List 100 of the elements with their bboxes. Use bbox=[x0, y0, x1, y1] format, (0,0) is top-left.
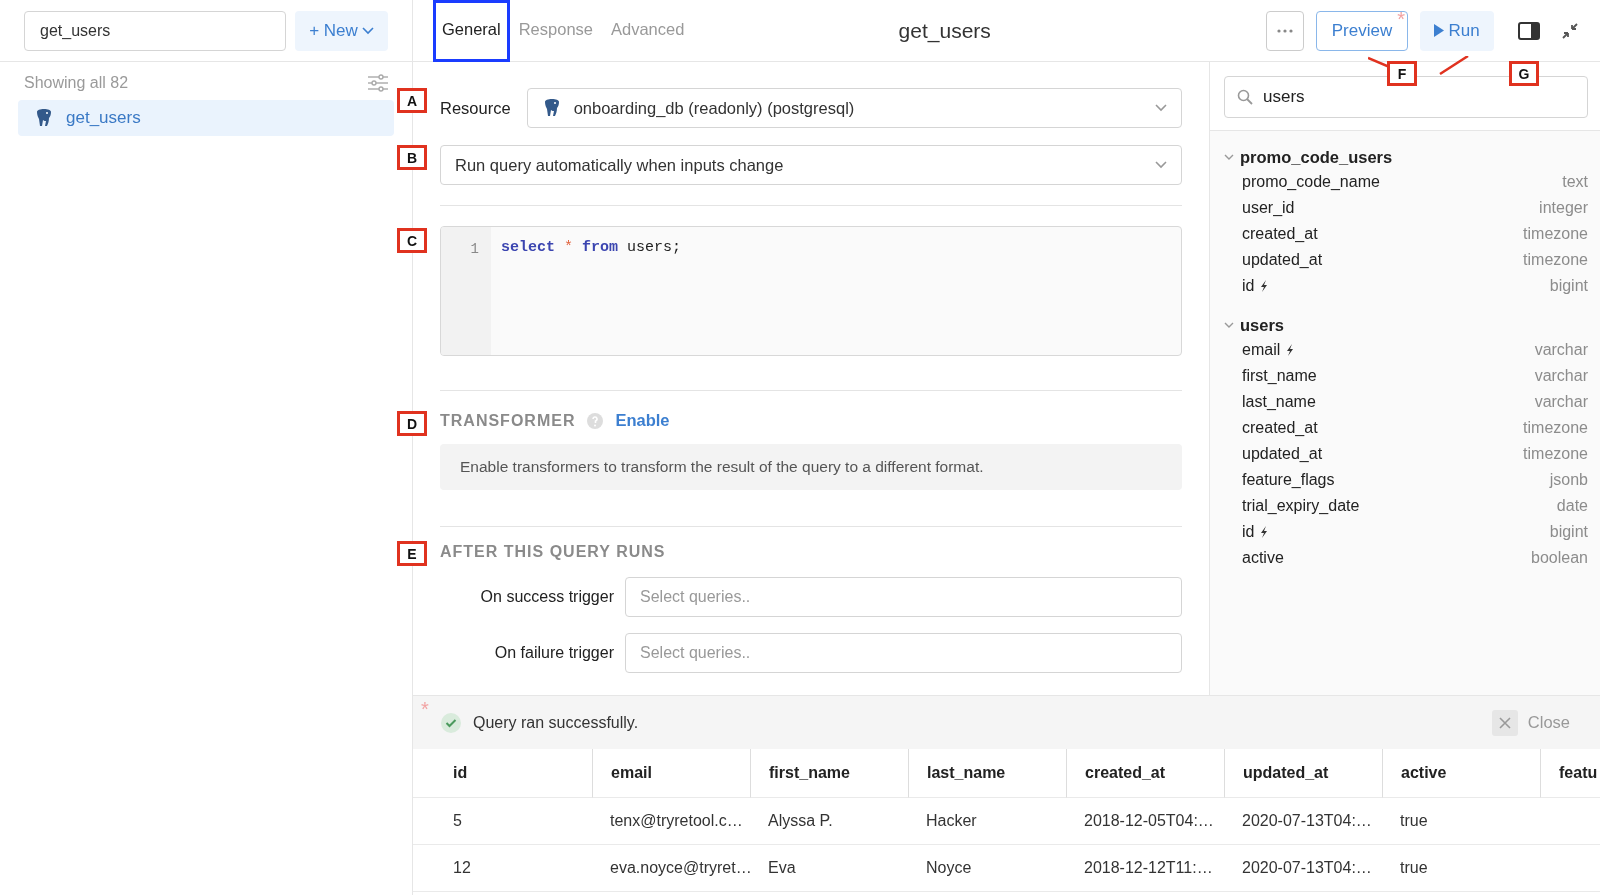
annotation-label: B bbox=[397, 145, 427, 170]
column-type: timezone bbox=[1523, 419, 1588, 437]
code-line: select * from users; bbox=[500, 238, 683, 258]
annotation-label: C bbox=[397, 228, 427, 253]
column-header[interactable]: created_at bbox=[1066, 749, 1224, 798]
table-cell: 5 bbox=[413, 798, 592, 845]
column-header[interactable]: email bbox=[592, 749, 750, 798]
column-header[interactable]: updated_at bbox=[1224, 749, 1382, 798]
column-name: feature_flags bbox=[1242, 471, 1335, 489]
trigger-label: On failure trigger bbox=[493, 644, 614, 662]
tab[interactable]: General bbox=[433, 0, 510, 62]
annotation-label: D bbox=[397, 411, 427, 436]
column-type: varchar bbox=[1534, 393, 1588, 411]
column-header[interactable]: last_name bbox=[908, 749, 1066, 798]
column-type: timezone bbox=[1523, 225, 1588, 243]
table-cell: tenx@tryretool.c… bbox=[592, 798, 750, 845]
code-editor[interactable]: 1 select * from users; bbox=[440, 226, 1182, 356]
section-title: AFTER THIS QUERY RUNS bbox=[440, 543, 666, 561]
trigger-field[interactable]: Select queries.. bbox=[625, 633, 1182, 673]
query-item[interactable]: get_users bbox=[18, 100, 394, 136]
annotation-label: A bbox=[397, 88, 427, 113]
new-button[interactable]: + New bbox=[295, 10, 388, 51]
schema-table[interactable]: users bbox=[1210, 313, 1600, 337]
chevron-icon bbox=[1224, 152, 1234, 162]
column-type: varchar bbox=[1534, 341, 1588, 359]
section-title: TRANSFORMER bbox=[440, 411, 576, 430]
table-cell: 2018-12-12T11:… bbox=[1066, 845, 1224, 892]
resource-select[interactable]: onboarding_db (readonly) (postgresql) bbox=[526, 88, 1182, 128]
more-button[interactable] bbox=[1266, 10, 1304, 51]
column-type: bigint bbox=[1549, 277, 1588, 295]
help-icon[interactable] bbox=[587, 412, 604, 429]
column-type: varchar bbox=[1534, 367, 1588, 385]
enable-link[interactable]: Enable bbox=[615, 411, 670, 430]
column-name: updated_at bbox=[1242, 445, 1323, 463]
filter-icon[interactable] bbox=[368, 74, 388, 92]
chevron-icon bbox=[1224, 320, 1234, 330]
annotation-label: G bbox=[1509, 61, 1539, 86]
table-cell: eva.noyce@tryret… bbox=[592, 845, 750, 892]
preview-button[interactable]: Preview * bbox=[1316, 10, 1408, 51]
play-icon bbox=[1434, 24, 1445, 37]
column-name: email bbox=[1242, 341, 1281, 359]
chevron-icon bbox=[1155, 161, 1167, 169]
check-icon bbox=[441, 712, 461, 733]
more-icon bbox=[1277, 28, 1293, 33]
run-mode-select[interactable]: Run query automatically when inputs change bbox=[440, 145, 1182, 185]
chevron-icon bbox=[1155, 104, 1167, 112]
key-icon bbox=[1260, 280, 1269, 292]
table-cell: Alyssa P. bbox=[750, 798, 908, 845]
column-name: active bbox=[1242, 549, 1284, 567]
search-icon bbox=[1237, 89, 1253, 105]
resource-label: Resource bbox=[440, 98, 511, 118]
schema-search-field[interactable]: users bbox=[1261, 86, 1575, 108]
column-header[interactable]: id bbox=[413, 749, 592, 798]
status-message: Query ran successfully. bbox=[473, 713, 640, 732]
close-icon bbox=[1498, 716, 1511, 729]
table-cell: 2020-07-13T04:… bbox=[1224, 845, 1382, 892]
column-name: promo_code_name bbox=[1242, 173, 1380, 191]
table-cell: 2018-12-05T04:… bbox=[1066, 798, 1224, 845]
query-title: get_users bbox=[897, 18, 992, 43]
column-type: jsonb bbox=[1549, 471, 1588, 489]
table-cell: true bbox=[1382, 845, 1540, 892]
column-type: bigint bbox=[1549, 523, 1588, 541]
collapse-icon[interactable] bbox=[1562, 22, 1578, 39]
column-header[interactable]: active bbox=[1382, 749, 1540, 798]
key-icon bbox=[1260, 526, 1269, 538]
column-name: created_at bbox=[1242, 225, 1318, 243]
trigger-label: On success trigger bbox=[479, 588, 614, 606]
trigger-field[interactable]: Select queries.. bbox=[625, 577, 1182, 617]
column-type: text bbox=[1562, 173, 1588, 191]
schema-table[interactable]: promo_code_users bbox=[1210, 145, 1600, 169]
query-count: Showing all 82 bbox=[24, 74, 129, 92]
side-panel-icon[interactable] bbox=[1518, 21, 1540, 40]
run-button[interactable]: Run bbox=[1420, 10, 1494, 51]
unsaved-mark: * bbox=[421, 698, 429, 721]
key-icon bbox=[1286, 344, 1295, 356]
column-name: last_name bbox=[1242, 393, 1316, 411]
column-name: first_name bbox=[1242, 367, 1317, 385]
table-cell: 2020-07-13T04:… bbox=[1224, 798, 1382, 845]
annotation-label: E bbox=[397, 541, 427, 566]
column-name: id bbox=[1242, 277, 1255, 295]
table-cell: Eva bbox=[750, 845, 908, 892]
table-cell: Noyce bbox=[908, 845, 1066, 892]
column-name: trial_expiry_date bbox=[1242, 497, 1360, 515]
column-header[interactable]: first_name bbox=[750, 749, 908, 798]
column-type: timezone bbox=[1523, 445, 1588, 463]
annotation-label: F bbox=[1387, 61, 1417, 86]
search-field[interactable]: get_users bbox=[24, 10, 287, 51]
column-type: date bbox=[1556, 497, 1588, 515]
column-type: integer bbox=[1539, 199, 1588, 217]
database-icon bbox=[34, 108, 54, 128]
column-name: user_id bbox=[1242, 199, 1295, 217]
column-type: timezone bbox=[1523, 251, 1588, 269]
column-header[interactable]: featu bbox=[1540, 749, 1600, 798]
unsaved-mark: * bbox=[1397, 7, 1405, 31]
table-cell: 12 bbox=[413, 845, 592, 892]
line-number: 1 bbox=[470, 241, 479, 257]
transformer-note: Enable transformers to transform the result of the query to a different format. bbox=[440, 444, 1182, 490]
table-cell: Hacker bbox=[908, 798, 1066, 845]
column-name: updated_at bbox=[1242, 251, 1323, 269]
chevron-icon bbox=[361, 26, 374, 35]
